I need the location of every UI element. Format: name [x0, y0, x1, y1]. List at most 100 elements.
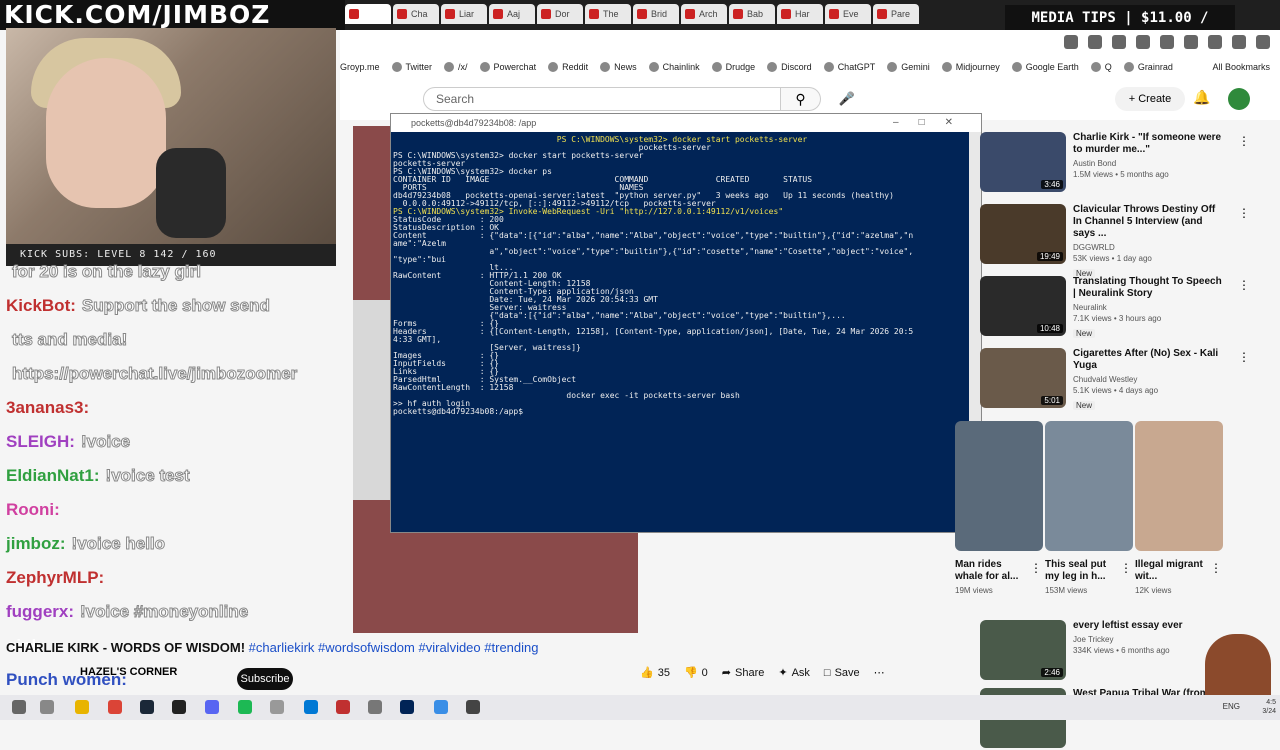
short-title[interactable]: This seal put my leg in h... — [1045, 559, 1115, 583]
channel-name[interactable]: Chudvald Westley — [1073, 375, 1223, 384]
more-button[interactable]: ⋯ — [874, 666, 885, 679]
extension-icon[interactable] — [1160, 35, 1174, 49]
terminal-window[interactable]: pocketts@db4d79234b08: /app –□✕ PS C:\WI… — [390, 113, 982, 533]
short-title[interactable]: Illegal migrant wit... — [1135, 559, 1205, 583]
video-title[interactable]: Charlie Kirk - "If someone were to murde… — [1073, 132, 1223, 156]
short-thumbnail[interactable] — [1045, 421, 1133, 551]
bell-icon[interactable]: 🔔 — [1193, 89, 1210, 106]
browser-tab[interactable]: Arch — [681, 4, 727, 24]
video-title[interactable]: Translating Thought To Speech | Neuralin… — [1073, 276, 1223, 300]
spotify-icon[interactable] — [238, 700, 252, 714]
app-icon[interactable] — [336, 700, 350, 714]
hashtag[interactable]: #wordsofwisdom — [318, 640, 415, 655]
browser-tab[interactable]: Eve — [825, 4, 871, 24]
windows-icon[interactable] — [12, 700, 26, 714]
channel-name[interactable]: Joe Trickey — [1073, 635, 1223, 644]
channel-name[interactable]: HAZEL'S CORNER — [80, 666, 177, 678]
more-icon[interactable]: ⋮ — [1120, 561, 1132, 575]
discord-icon[interactable] — [205, 700, 219, 714]
channel-name[interactable]: Neuralink — [1073, 303, 1223, 312]
more-icon[interactable]: ⋮ — [1238, 350, 1250, 364]
powershell-icon[interactable] — [400, 700, 414, 714]
steam-icon[interactable] — [140, 700, 154, 714]
folder-icon[interactable] — [75, 700, 89, 714]
bookmark[interactable]: ChatGPT — [823, 62, 875, 72]
browser-tab[interactable]: Pare — [873, 4, 919, 24]
subscribe-button[interactable]: Subscribe — [237, 668, 293, 690]
bookmark[interactable]: Grainrad — [1123, 62, 1173, 72]
bookmark[interactable]: Drudge — [711, 62, 755, 72]
more-icon[interactable]: ⋮ — [1238, 134, 1250, 148]
star-icon[interactable] — [1088, 35, 1102, 49]
hashtag[interactable]: #charliekirk — [249, 640, 315, 655]
extension-icon[interactable] — [1184, 35, 1198, 49]
bookmark[interactable]: Gemini — [887, 62, 930, 72]
recommended-video[interactable]: 19:49 Clavicular Throws Destiny Off In Ch… — [980, 198, 1280, 278]
clock[interactable]: 4:5 3/24 — [1262, 698, 1276, 716]
chrome-icon[interactable] — [108, 700, 122, 714]
bookmark[interactable]: Q — [1090, 62, 1112, 72]
browser-tab[interactable]: Har — [777, 4, 823, 24]
bookmark[interactable]: Chainlink — [648, 62, 700, 72]
bookmark[interactable]: Google Earth — [1011, 62, 1079, 72]
browser-tab[interactable]: Liar — [441, 4, 487, 24]
bookmark[interactable]: Twitter — [391, 62, 432, 72]
video-thumbnail[interactable]: 3:46 — [980, 132, 1066, 192]
task-view-icon[interactable] — [40, 700, 54, 714]
hashtag[interactable]: #trending — [484, 640, 538, 655]
more-icon[interactable]: ⋮ — [1238, 206, 1250, 220]
like-button[interactable]: 👍 35 — [640, 666, 670, 680]
browser-tab[interactable]: Aaj — [489, 4, 535, 24]
video-thumbnail[interactable]: 2:46 — [980, 620, 1066, 680]
microphone-icon[interactable]: 🎤 — [835, 87, 859, 111]
share-button[interactable]: ➦ Share — [722, 666, 765, 680]
create-button[interactable]: + Create — [1115, 87, 1185, 111]
bookmark[interactable]: Midjourney — [941, 62, 1000, 72]
bookmark[interactable]: Discord — [767, 62, 812, 72]
extension-icon[interactable] — [1136, 35, 1150, 49]
terminal-icon[interactable] — [172, 700, 186, 714]
video-thumbnail[interactable]: 10:48 — [980, 276, 1066, 336]
video-thumbnail[interactable]: 5:01 — [980, 348, 1066, 408]
video-title[interactable]: every leftist essay ever — [1073, 620, 1223, 632]
more-icon[interactable]: ⋮ — [1238, 278, 1250, 292]
search-icon[interactable]: ⚲ — [781, 87, 821, 111]
browser-tab[interactable]: Cha — [393, 4, 439, 24]
more-icon[interactable]: ⋮ — [1210, 561, 1222, 575]
extension-icon[interactable] — [1064, 35, 1078, 49]
browser-tab[interactable]: Brid — [633, 4, 679, 24]
recommended-video[interactable]: 5:01 Cigarettes After (No) Sex - Kali Yug… — [980, 342, 1280, 410]
browser-tab[interactable]: The — [585, 4, 631, 24]
short-title[interactable]: Man rides whale for al... — [955, 559, 1025, 583]
app-icon[interactable] — [434, 700, 448, 714]
menu-icon[interactable] — [1256, 35, 1270, 49]
app-icon[interactable] — [304, 700, 318, 714]
app-icon[interactable] — [466, 700, 480, 714]
recommended-video[interactable]: 10:48 Translating Thought To Speech | Neu… — [980, 270, 1280, 338]
puzzle-icon[interactable] — [1208, 35, 1222, 49]
bookmark[interactable]: Powerchat — [479, 62, 536, 72]
dislike-button[interactable]: 👎 0 — [684, 666, 708, 680]
ask-button[interactable]: ✦ Ask — [778, 666, 810, 680]
search-input[interactable]: Search — [423, 87, 781, 111]
channel-name[interactable]: DGGWRLD — [1073, 243, 1223, 252]
all-bookmarks[interactable]: All Bookmarks — [1212, 56, 1270, 78]
browser-tab[interactable] — [345, 4, 391, 24]
hashtag[interactable]: #viralvideo — [419, 640, 481, 655]
bookmark[interactable]: Groyp.me — [340, 62, 380, 72]
language-indicator[interactable]: ENG — [1223, 702, 1240, 711]
bookmark[interactable]: Reddit — [548, 62, 588, 72]
short-thumbnail[interactable] — [955, 421, 1043, 551]
profile-icon[interactable] — [1232, 35, 1246, 49]
recommended-video[interactable]: 3:46 Charlie Kirk - "If someone were to m… — [980, 126, 1280, 194]
bookmark[interactable]: News — [600, 62, 637, 72]
more-icon[interactable]: ⋮ — [1030, 561, 1042, 575]
video-title[interactable]: Clavicular Throws Destiny Off In Channel… — [1073, 204, 1223, 240]
video-thumbnail[interactable]: 19:49 — [980, 204, 1066, 264]
bookmark[interactable]: /x/ — [444, 62, 468, 72]
avatar[interactable] — [1228, 88, 1250, 110]
browser-tab[interactable]: Bab — [729, 4, 775, 24]
video-title[interactable]: Cigarettes After (No) Sex - Kali Yuga — [1073, 348, 1223, 372]
browser-tab[interactable]: Dor — [537, 4, 583, 24]
save-button[interactable]: □ Save — [824, 666, 860, 679]
